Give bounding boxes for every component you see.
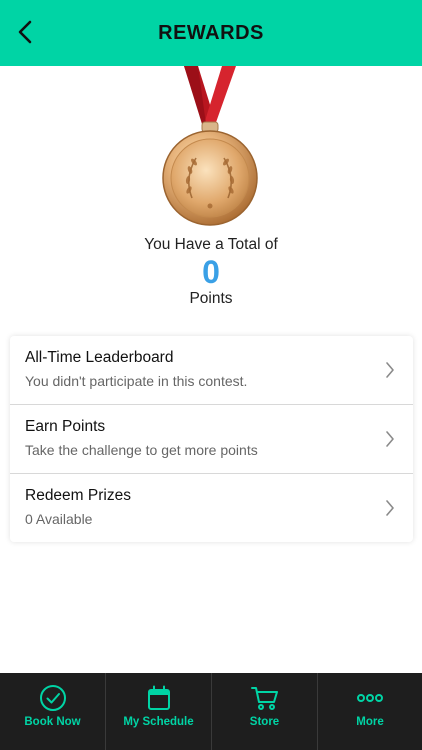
tab-label: My Schedule [123,716,194,728]
more-dots-icon [357,694,383,702]
leaderboard-row[interactable]: All-Time Leaderboard You didn't particip… [10,336,413,404]
page-title: REWARDS [158,22,264,44]
redeem-prizes-title: Redeem Prizes [25,487,131,504]
bottom-tab-bar: Book Now My Schedule Store More [0,673,422,750]
earn-points-subtitle: Take the challenge to get more points [25,442,258,458]
tab-label: More [356,716,384,728]
check-circle-icon [39,685,66,711]
tab-label: Store [249,716,280,728]
chevron-right-icon [386,362,394,378]
chevron-right-icon [386,500,394,516]
points-label: Points [189,290,233,307]
earn-points-row[interactable]: Earn Points Take the challenge to get mo… [10,405,413,473]
rewards-menu-card: All-Time Leaderboard You didn't particip… [10,336,413,542]
tab-book-now[interactable]: Book Now [0,673,105,750]
medal-image [158,66,262,236]
tab-my-schedule[interactable]: My Schedule [106,673,211,750]
redeem-prizes-subtitle: 0 Available [25,511,93,527]
app-header: REWARDS [0,0,422,66]
redeem-prizes-row[interactable]: Redeem Prizes 0 Available [10,474,413,542]
tab-more[interactable]: More [318,673,422,750]
tab-store[interactable]: Store [212,673,317,750]
cart-icon [250,687,278,710]
earn-points-title: Earn Points [25,418,106,435]
back-button[interactable] [14,18,38,46]
calendar-icon [147,685,170,710]
leaderboard-title: All-Time Leaderboard [25,349,174,366]
tab-label: Book Now [24,716,81,728]
chevron-right-icon [386,431,394,447]
leaderboard-subtitle: You didn't participate in this contest. [25,373,248,389]
total-points-label: You Have a Total of [144,236,278,253]
chevron-left-icon [18,20,32,44]
points-value: 0 [202,254,220,290]
